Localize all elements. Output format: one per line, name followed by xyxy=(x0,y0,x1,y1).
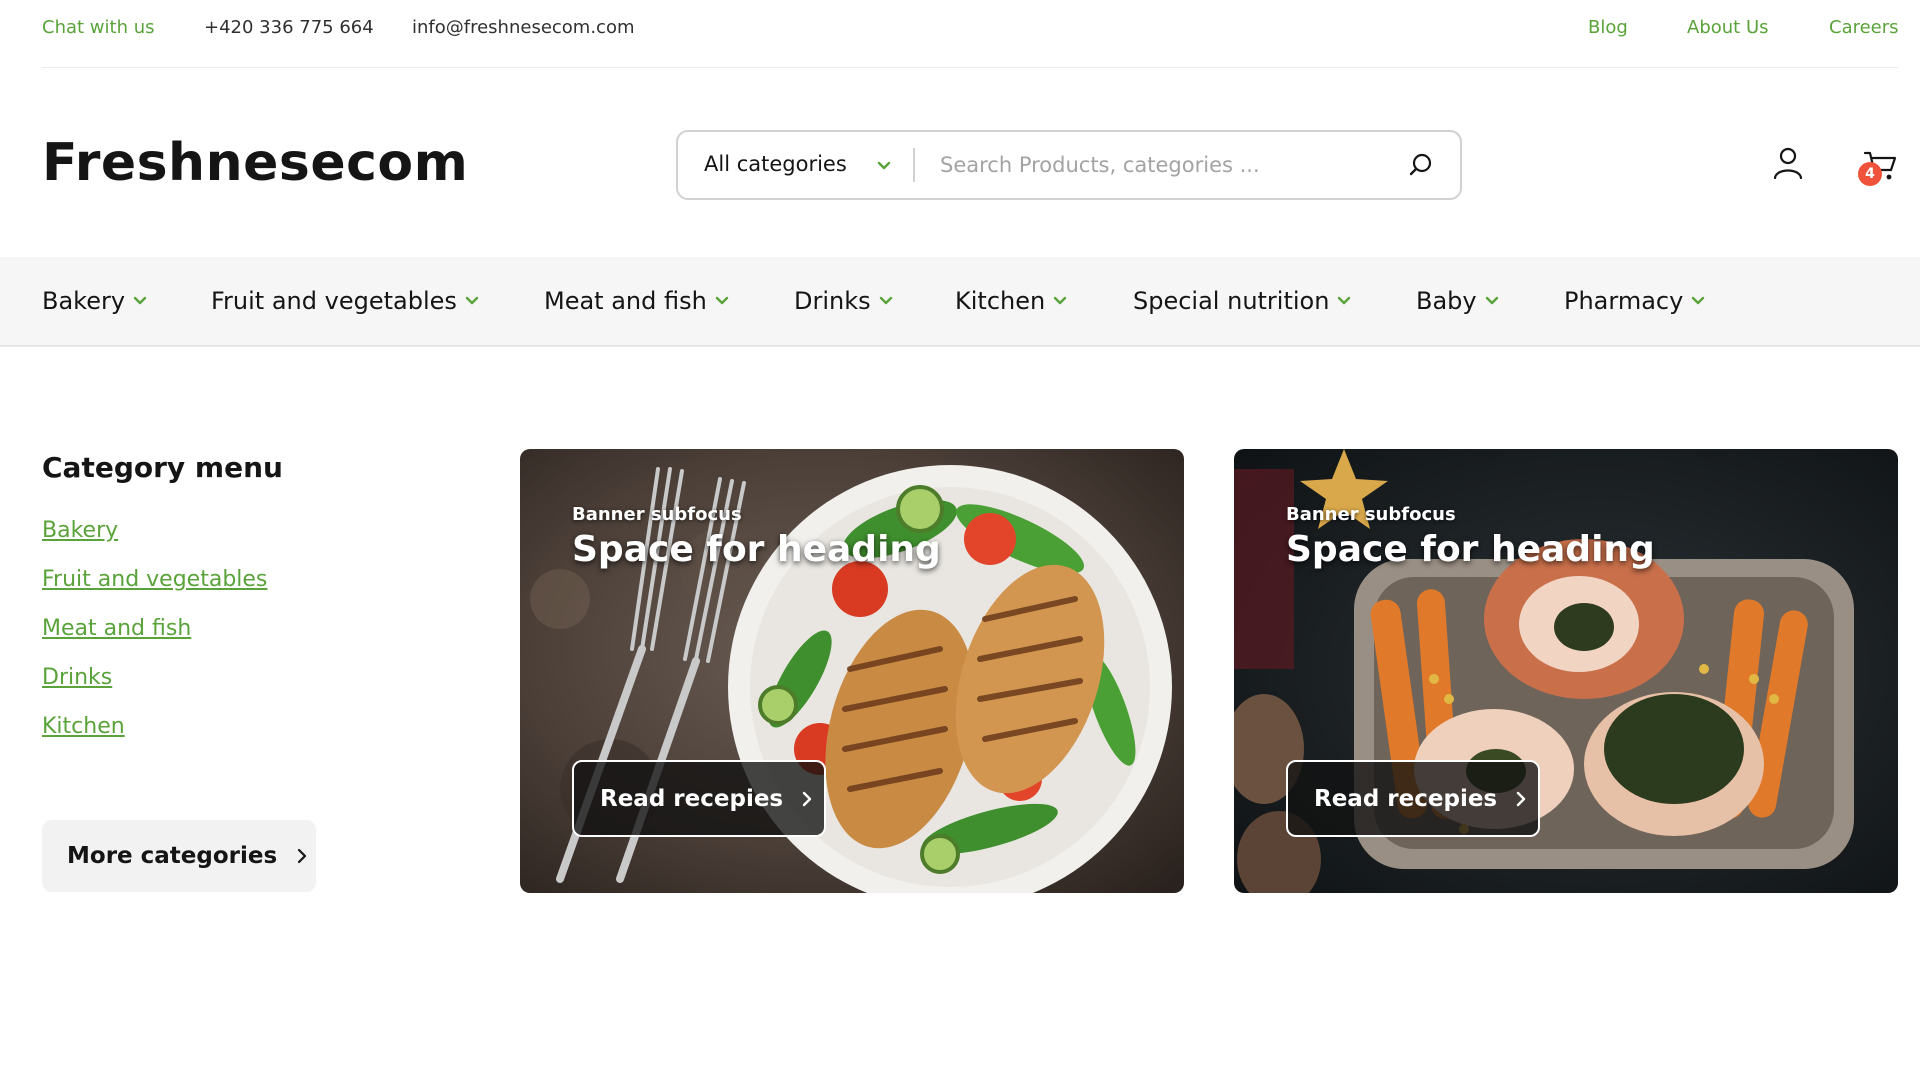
search-icon[interactable] xyxy=(1406,150,1436,180)
nav-item-drinks[interactable]: Drinks xyxy=(794,285,895,317)
category-link-drinks[interactable]: Drinks xyxy=(42,665,112,690)
search-divider xyxy=(913,148,915,182)
chevron-right-icon xyxy=(1516,791,1526,806)
search-bar: All categories xyxy=(676,130,1462,200)
about-us-link[interactable]: About Us xyxy=(1687,17,1769,38)
chevron-down-icon xyxy=(1485,296,1498,305)
nav-item-label: Fruit and vegetables xyxy=(211,287,457,315)
banner-subfocus: Banner subfocus xyxy=(1286,504,1456,525)
chevron-down-icon xyxy=(1054,296,1067,305)
nav-item-label: Baby xyxy=(1416,287,1477,315)
nav-item-label: Pharmacy xyxy=(1564,287,1684,315)
chevron-down-icon xyxy=(879,296,892,305)
read-recipes-label: Read recepies xyxy=(1314,785,1498,812)
chevron-right-icon xyxy=(298,848,307,864)
more-categories-button[interactable]: More categories xyxy=(42,820,316,892)
banner-heading: Space for heading xyxy=(572,529,941,570)
more-categories-label: More categories xyxy=(67,843,278,869)
nav-item-label: Kitchen xyxy=(955,287,1046,315)
nav-item-label: Drinks xyxy=(794,287,871,315)
nav-item-label: Meat and fish xyxy=(544,287,707,315)
banner-subfocus: Banner subfocus xyxy=(572,504,742,525)
chevron-down-icon xyxy=(1338,296,1351,305)
category-link-bakery[interactable]: Bakery xyxy=(42,518,118,543)
category-menu-title: Category menu xyxy=(42,451,283,484)
nav-item-meat-and-fish[interactable]: Meat and fish xyxy=(544,285,731,317)
chat-with-us-link[interactable]: Chat with us xyxy=(42,17,154,38)
nav-item-label: Bakery xyxy=(42,287,126,315)
banner-card[interactable]: Banner subfocus Space for heading Read r… xyxy=(520,449,1184,893)
category-link-meat-and-fish[interactable]: Meat and fish xyxy=(42,616,191,641)
blog-link[interactable]: Blog xyxy=(1588,17,1628,38)
nav-item-kitchen[interactable]: Kitchen xyxy=(955,285,1069,317)
chevron-down-icon[interactable] xyxy=(874,156,894,176)
search-input[interactable] xyxy=(940,144,1380,186)
email-link[interactable]: info@freshnesecom.com xyxy=(412,17,635,38)
nav-item-baby[interactable]: Baby xyxy=(1416,285,1501,317)
cart-count-badge: 4 xyxy=(1858,162,1882,186)
banner-card[interactable]: Banner subfocus Space for heading Read r… xyxy=(1234,449,1898,893)
nav-item-fruit-and-vegetables[interactable]: Fruit and vegetables xyxy=(211,285,481,317)
nav-item-bakery[interactable]: Bakery xyxy=(42,285,149,317)
chevron-down-icon xyxy=(133,296,147,305)
nav-item-special-nutrition[interactable]: Special nutrition xyxy=(1133,285,1353,317)
banner-heading: Space for heading xyxy=(1286,529,1655,570)
top-bar: Chat with us +420 336 775 664 info@fresh… xyxy=(42,0,1899,68)
read-recipes-label: Read recepies xyxy=(600,785,784,812)
category-link-fruit-and-vegetables[interactable]: Fruit and vegetables xyxy=(42,567,267,592)
chevron-down-icon xyxy=(1692,296,1705,305)
nav-item-pharmacy[interactable]: Pharmacy xyxy=(1564,285,1707,317)
read-recipes-button[interactable]: Read recepies xyxy=(1286,760,1540,837)
careers-link[interactable]: Careers xyxy=(1829,17,1899,38)
phone-link[interactable]: +420 336 775 664 xyxy=(204,17,374,38)
category-nav: Bakery Fruit and vegetables Meat and fis… xyxy=(0,257,1920,347)
category-select[interactable]: All categories xyxy=(704,152,847,176)
site-logo[interactable]: Freshnesecom xyxy=(42,133,468,193)
cart-button[interactable]: 4 xyxy=(1858,144,1902,192)
read-recipes-button[interactable]: Read recepies xyxy=(572,760,826,837)
chevron-right-icon xyxy=(802,791,812,806)
user-icon[interactable] xyxy=(1772,146,1804,180)
chevron-down-icon xyxy=(465,296,479,305)
category-link-kitchen[interactable]: Kitchen xyxy=(42,714,125,739)
nav-item-label: Special nutrition xyxy=(1133,287,1330,315)
chevron-down-icon xyxy=(715,296,729,305)
